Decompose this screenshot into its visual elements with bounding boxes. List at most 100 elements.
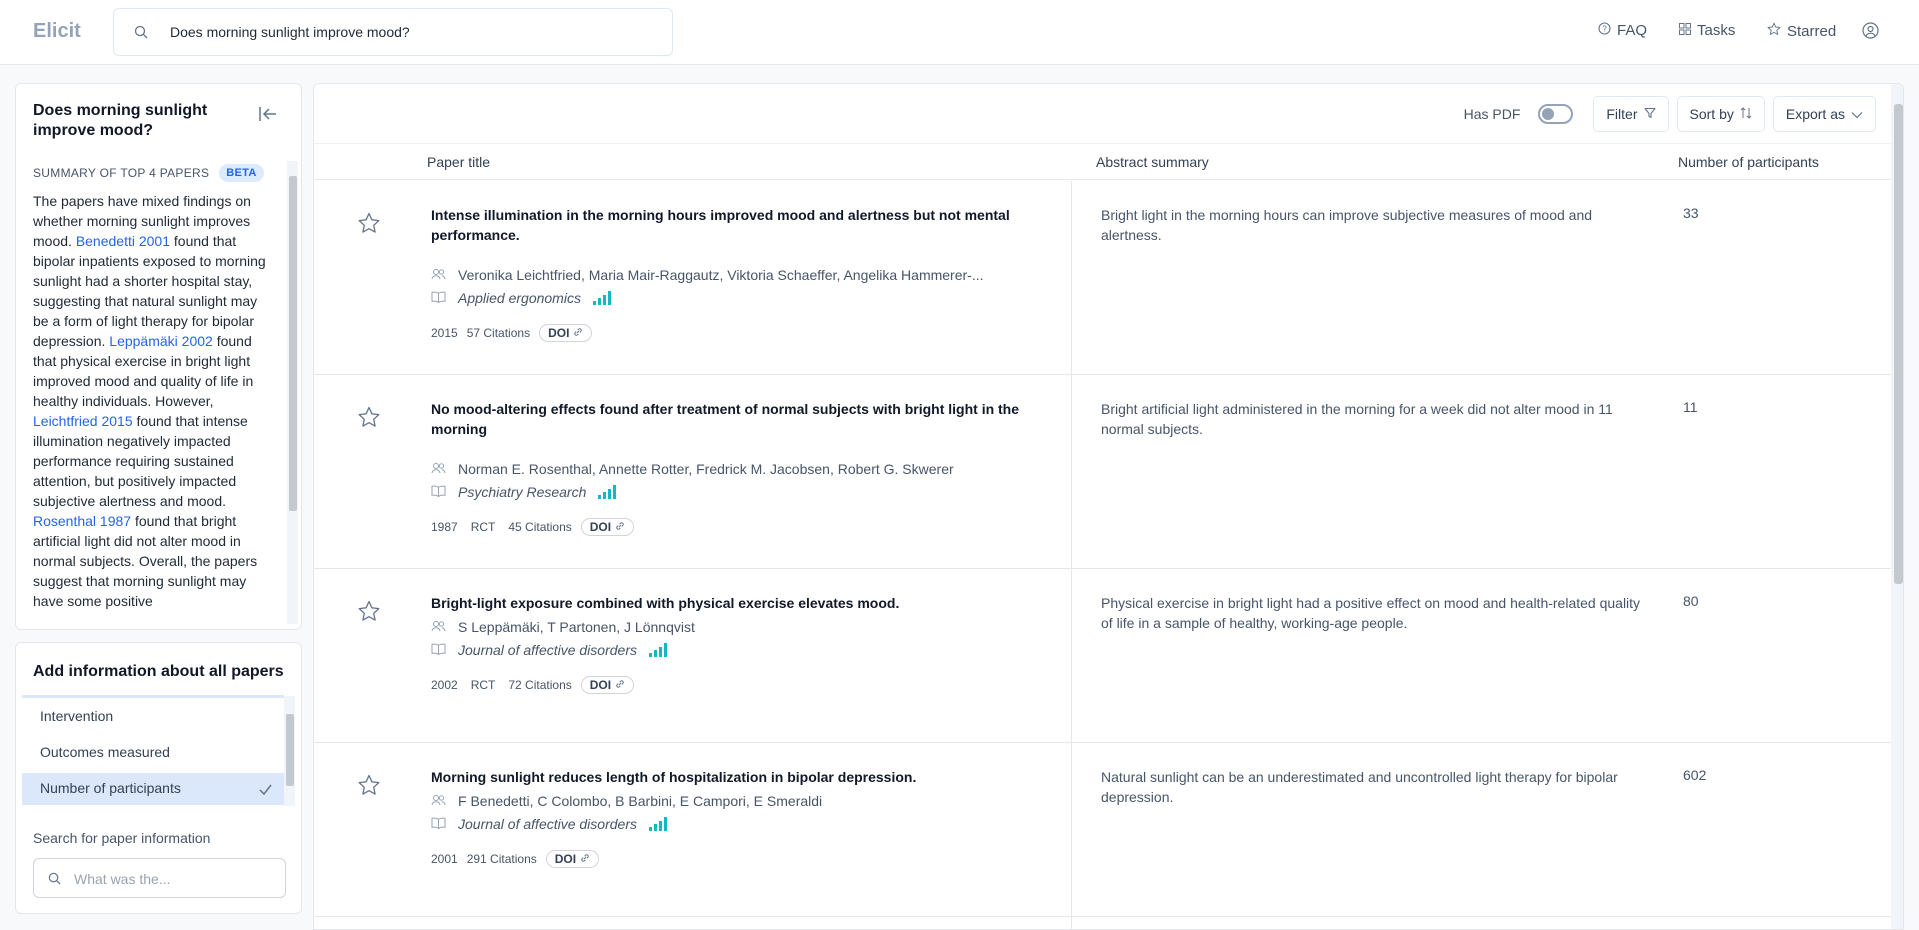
journal: Psychiatry Research — [431, 484, 617, 500]
table-row[interactable]: Bright-light exposure combined with phys… — [314, 569, 1891, 743]
journal-name: Applied ergonomics — [458, 290, 581, 306]
doi-link[interactable]: DOI — [539, 324, 593, 342]
citations: 57 Citations — [466, 326, 531, 340]
column-number-of-participants[interactable]: Number of participants — [1678, 154, 1819, 170]
filter-button[interactable]: Filter — [1593, 96, 1669, 132]
authors-icon — [431, 461, 446, 477]
star-icon[interactable] — [357, 773, 381, 802]
year: 1987 — [431, 520, 458, 534]
citations: 45 Citations — [508, 520, 572, 534]
star-icon[interactable] — [357, 405, 381, 434]
scrollbar-thumb[interactable] — [289, 176, 297, 511]
sort-button[interactable]: Sort by — [1676, 96, 1765, 132]
option-outcomes-measured[interactable]: Outcomes measured — [22, 737, 284, 769]
table-row[interactable]: Intense illumination in the morning hour… — [314, 181, 1891, 375]
doi-link[interactable]: DOI — [580, 676, 635, 694]
book-icon — [431, 816, 446, 832]
table-scrollbar[interactable] — [1891, 84, 1903, 929]
summary-scrollbar[interactable] — [287, 161, 298, 624]
study-type: RCT — [470, 678, 496, 692]
paper-info-search-input[interactable]: What was the... — [33, 858, 286, 898]
option-label: Outcomes measured — [40, 744, 170, 760]
book-icon — [431, 484, 446, 500]
journal-name: Journal of affective disorders — [458, 816, 637, 832]
grid-icon — [1679, 22, 1691, 39]
scrollbar-thumb[interactable] — [286, 714, 294, 786]
abstract-summary: Natural sunlight can be an underestimate… — [1101, 769, 1618, 805]
link-icon — [580, 852, 590, 866]
citations: 291 Citations — [466, 852, 537, 866]
has-pdf-label: Has PDF — [1463, 106, 1521, 122]
account-button[interactable] — [1862, 22, 1879, 43]
star-icon[interactable] — [357, 211, 381, 240]
search-box[interactable]: Does morning sunlight improve mood? — [113, 8, 673, 56]
paper-title[interactable]: Morning sunlight reduces length of hospi… — [431, 767, 1026, 787]
paper-footer: 2001 291 Citations DOI — [431, 850, 600, 868]
journal: Journal of affective disorders — [431, 816, 667, 832]
citation-link[interactable]: Benedetti 2001 — [76, 233, 170, 249]
summary-header: SUMMARY OF TOP 4 PAPERS BETA — [33, 164, 264, 182]
question-title: Does morning sunlight improve mood? — [33, 102, 208, 139]
citation-link[interactable]: Leppämäki 2002 — [109, 333, 213, 349]
star-icon[interactable] — [357, 599, 381, 628]
authors: F Benedetti, C Colombo, B Barbini, E Cam… — [431, 793, 822, 809]
abstract-summary: Bright light in the morning hours can im… — [1101, 207, 1593, 243]
journal-rank-icon — [598, 485, 617, 499]
options-scrollbar[interactable] — [284, 696, 295, 806]
nav-faq[interactable]: ? FAQ — [1598, 22, 1647, 39]
authors-text: F Benedetti, C Colombo, B Barbini, E Cam… — [458, 793, 823, 809]
authors-text: S Leppämäki, T Partonen, J Lönnqvist — [458, 619, 695, 635]
table-row[interactable]: No mood-altering effects found after tre… — [314, 375, 1891, 569]
column-abstract-summary[interactable]: Abstract summary — [1096, 154, 1209, 170]
participants-count: 11 — [1683, 399, 1698, 415]
results-table-panel: Has PDF Filter Sort by Export as Paper t… — [313, 83, 1904, 930]
search-placeholder: What was the... — [74, 871, 171, 887]
paper-title[interactable]: Intense illumination in the morning hour… — [431, 205, 1026, 245]
participants-count: 602 — [1683, 767, 1707, 783]
citation-link[interactable]: Leichtfried 2015 — [33, 413, 133, 429]
nav-starred[interactable]: Starred — [1767, 22, 1836, 40]
year: 2015 — [431, 326, 458, 340]
scrollbar-thumb[interactable] — [1894, 104, 1903, 584]
app-logo[interactable]: Elicit — [33, 20, 81, 43]
journal-rank-icon — [648, 643, 667, 657]
search-query[interactable]: Does morning sunlight improve mood? — [170, 24, 410, 40]
paper-title[interactable]: No mood-altering effects found after tre… — [431, 399, 1026, 439]
doi-label: DOI — [554, 852, 577, 866]
citations: 72 Citations — [508, 678, 572, 692]
paper-title[interactable]: Bright-light exposure combined with phys… — [431, 593, 1026, 613]
sort-label: Sort by — [1689, 106, 1734, 122]
collapse-sidebar-icon[interactable] — [259, 106, 277, 127]
option-number-of-participants[interactable]: Number of participants — [22, 773, 284, 805]
authors-text: Veronika Leichtfried, Maria Mair-Raggaut… — [458, 267, 984, 283]
book-icon — [431, 290, 446, 306]
option-intervention[interactable]: Intervention — [22, 701, 284, 733]
search-info-label: Search for paper information — [33, 830, 211, 846]
export-button[interactable]: Export as — [1772, 96, 1876, 132]
study-type: RCT — [470, 520, 496, 534]
top-bar: Elicit Does morning sunlight improve moo… — [0, 0, 1919, 65]
has-pdf-toggle[interactable] — [1538, 104, 1574, 124]
table-row[interactable]: Morning sunlight reduces length of hospi… — [314, 743, 1891, 917]
nav-tasks[interactable]: Tasks — [1679, 22, 1735, 39]
abstract-summary: Bright artificial light administered in … — [1101, 401, 1613, 437]
column-paper-title[interactable]: Paper title — [427, 154, 490, 170]
nav-starred-label: Starred — [1787, 22, 1837, 40]
user-circle-icon — [1862, 22, 1879, 43]
doi-label: DOI — [589, 678, 612, 692]
authors-icon — [431, 267, 446, 283]
star-icon — [1767, 22, 1781, 40]
paper-footer: 1987 RCT 45 Citations DOI — [431, 518, 635, 536]
sort-icon — [1740, 106, 1752, 122]
authors-icon — [431, 619, 446, 635]
doi-link[interactable]: DOI — [545, 850, 600, 868]
search-icon — [134, 25, 148, 44]
doi-link[interactable]: DOI — [580, 518, 635, 536]
year: 2002 — [431, 678, 458, 692]
journal-rank-icon — [592, 291, 611, 305]
book-icon — [431, 642, 446, 658]
citation-link[interactable]: Rosenthal 1987 — [33, 513, 131, 529]
authors: Veronika Leichtfried, Maria Mair-Raggaut… — [431, 267, 984, 283]
summary-segment: found that bipolar inpatients exposed to… — [33, 233, 266, 349]
summary-panel: Does morning sunlight improve mood? SUMM… — [15, 83, 302, 630]
